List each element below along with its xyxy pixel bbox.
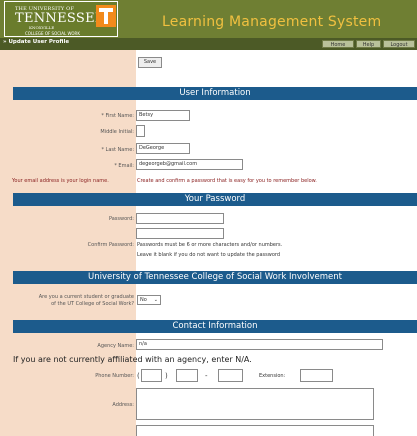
app-header: THE UNIVERSITY OF TENNESSEE KNOXVILLE CO… — [0, 0, 417, 38]
phone-prefix-field[interactable] — [176, 369, 198, 382]
last-name-label: * Last Name: — [101, 147, 134, 153]
confirm-password-field[interactable] — [136, 228, 224, 239]
chevron-down-icon: ⌄ — [153, 297, 158, 303]
nav-bar: » Update User Profile Home Help Logout — [0, 38, 417, 50]
password-label: Password: — [108, 216, 134, 222]
extension-field[interactable] — [300, 369, 333, 382]
middle-initial-label: Middle Initial: — [100, 129, 134, 135]
student-question-line2: of the UT College of Social Work? — [51, 301, 134, 307]
save-button[interactable]: Save — [138, 57, 162, 68]
phone-close-paren: ) — [165, 372, 168, 380]
student-select-value: No — [140, 297, 147, 303]
logo-line-4: COLLEGE OF SOCIAL WORK — [25, 31, 80, 36]
phone-line-field[interactable] — [218, 369, 243, 382]
last-name-field[interactable]: DeGeorge — [136, 143, 190, 154]
breadcrumb: » Update User Profile — [3, 39, 70, 45]
student-question-line1: Are you a current student or graduate — [38, 294, 134, 300]
agency-name-label: Agency Name: — [97, 343, 134, 349]
address-field[interactable] — [136, 388, 374, 420]
address-line-2-field[interactable] — [136, 425, 374, 436]
help-button[interactable]: Help — [356, 40, 381, 48]
agency-name-field[interactable]: n/a — [136, 339, 383, 350]
logout-button[interactable]: Logout — [383, 40, 415, 48]
phone-dash: - — [205, 372, 208, 380]
first-name-label: * First Name: — [101, 113, 134, 119]
logo-line-3: KNOXVILLE — [29, 25, 55, 30]
phone-area-code-field[interactable] — [141, 369, 162, 382]
email-field[interactable]: degeorgeb@gmail.com — [136, 159, 243, 170]
home-button[interactable]: Home — [322, 40, 354, 48]
user-information-header: User Information — [13, 87, 417, 100]
power-t-icon — [96, 5, 116, 27]
first-name-field[interactable]: Betsy — [136, 110, 190, 121]
your-password-header: Your Password — [13, 193, 417, 206]
involvement-header: University of Tennessee College of Socia… — [13, 271, 417, 284]
password-rule-note: Passwords must be 6 or more characters a… — [137, 242, 283, 248]
login-name-note: Your email address is your login name. — [12, 178, 109, 184]
university-logo[interactable]: THE UNIVERSITY OF TENNESSEE KNOXVILLE CO… — [4, 1, 118, 37]
phone-open-paren: ( — [137, 372, 140, 380]
password-field[interactable] — [136, 213, 224, 224]
password-instruction-note: Create and confirm a password that is ea… — [137, 178, 317, 184]
extension-label: Extension: — [259, 373, 286, 379]
confirm-password-label: Confirm Password: — [87, 242, 134, 248]
email-label: * Email: — [114, 163, 134, 169]
address-label: Address: — [112, 402, 134, 408]
app-title: Learning Management System — [162, 14, 382, 30]
phone-number-label: Phone Number: — [95, 373, 134, 379]
agency-note: If you are not currently affiliated with… — [13, 355, 252, 364]
password-blank-note: Leave it blank if you do not want to upd… — [137, 252, 281, 258]
contact-information-header: Contact Information — [13, 320, 417, 333]
middle-initial-field[interactable] — [136, 125, 145, 137]
logo-line-2: TENNESSEE — [15, 11, 105, 26]
student-select[interactable]: No ⌄ — [137, 295, 161, 305]
